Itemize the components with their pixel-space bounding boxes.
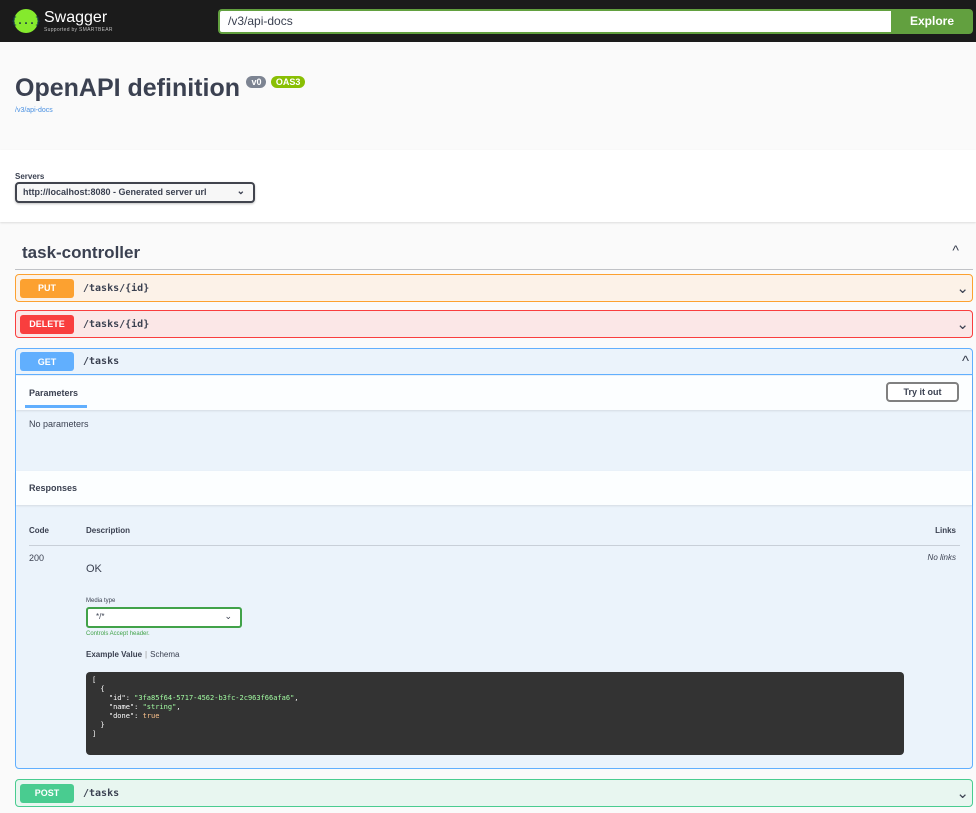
operation-path: /tasks [83, 787, 120, 799]
chevron-down-icon[interactable]: ⌄ [956, 784, 969, 802]
operation-put-tasks-id: PUT /tasks/{id} ⌄ [15, 274, 973, 302]
oas-badge: OAS3 [270, 76, 306, 88]
tab-example-value[interactable]: Example Value [86, 650, 142, 659]
response-code: 200 [29, 553, 45, 563]
tab-schema[interactable]: Schema [150, 650, 179, 659]
operation-post-tasks: POST /tasks ⌄ [15, 779, 973, 807]
operation-path: /tasks [83, 356, 120, 367]
responses-header: Responses [16, 471, 972, 505]
chevron-up-icon[interactable]: ^ [952, 242, 959, 258]
operation-path: /tasks/{id} [83, 282, 150, 294]
servers-section: Servers http://localhost:8080 - Generate… [0, 150, 976, 222]
chevron-down-icon[interactable]: ⌄ [956, 315, 969, 333]
operation-delete-tasks-id: DELETE /tasks/{id} ⌄ [15, 310, 973, 338]
operation-summary[interactable]: PUT /tasks/{id} ⌄ [16, 275, 972, 301]
media-type-select[interactable]: */* ⌄ [86, 607, 242, 628]
example-done: true [142, 712, 160, 720]
info-section: OpenAPI definition v0 OAS3 /v3/api-docs [15, 74, 306, 114]
divider [29, 545, 960, 546]
tag-header[interactable]: task-controller ^ [15, 232, 973, 270]
controls-accept-note: Controls Accept header. [86, 631, 150, 637]
spec-url-input[interactable] [218, 8, 891, 34]
tab-separator: | [145, 650, 148, 659]
topbar: {...} Swagger Supported by SMARTBEAR Exp… [0, 0, 976, 42]
servers-label: Servers [15, 172, 45, 181]
operation-summary[interactable]: DELETE /tasks/{id} ⌄ [16, 311, 972, 337]
method-badge: PUT [20, 278, 74, 298]
try-it-out-button[interactable]: Try it out [886, 382, 959, 402]
media-type-value: */* [96, 612, 105, 621]
method-badge: GET [20, 352, 74, 371]
column-code: Code [29, 526, 49, 535]
method-badge: POST [20, 783, 74, 803]
response-links: No links [927, 553, 956, 562]
explore-button[interactable]: Explore [891, 8, 973, 34]
method-badge: DELETE [20, 314, 74, 334]
example-tabs: Example Value | Schema [86, 650, 179, 659]
chevron-down-icon: ⌄ [236, 186, 245, 197]
response-description: OK [86, 563, 102, 575]
no-parameters-text: No parameters [29, 419, 89, 429]
brand[interactable]: {...} Swagger Supported by SMARTBEAR [11, 8, 218, 33]
operation-summary[interactable]: POST /tasks ⌄ [16, 780, 972, 806]
operation-get-tasks: GET /tasks ^ Parameters Try it out No pa… [15, 348, 973, 769]
example-id: "3fa85f64-5717-4562-b3fc-2c963f66afa6" [134, 694, 295, 702]
chevron-up-icon[interactable]: ^ [962, 353, 969, 370]
server-selected-value: http://localhost:8080 - Generated server… [23, 187, 207, 197]
chevron-down-icon[interactable]: ⌄ [956, 279, 969, 297]
brand-name: Swagger [44, 8, 108, 26]
page-title: OpenAPI definition [15, 74, 240, 102]
example-json-block: [ { "id": "3fa85f64-5717-4562-b3fc-2c963… [86, 672, 904, 755]
column-description: Description [86, 526, 131, 535]
responses-title: Responses [29, 483, 78, 493]
swagger-logo-icon: {...} [11, 9, 41, 33]
tab-parameters[interactable]: Parameters [29, 388, 78, 398]
operation-path: /tasks/{id} [83, 318, 150, 330]
brand-text: Swagger Supported by SMARTBEAR [44, 8, 113, 33]
tag-name: task-controller [22, 243, 141, 262]
operation-summary[interactable]: GET /tasks ^ [16, 349, 972, 375]
spec-link[interactable]: /v3/api-docs [15, 107, 305, 114]
example-name: "string" [142, 703, 177, 711]
media-type-label: Media type [86, 598, 116, 604]
chevron-down-icon: ⌄ [224, 611, 232, 621]
brand-sub: Supported by SMARTBEAR [44, 26, 113, 33]
server-select[interactable]: http://localhost:8080 - Generated server… [15, 182, 255, 203]
parameters-header: Parameters Try it out [16, 376, 972, 410]
column-links: Links [935, 526, 956, 535]
tab-underline [25, 405, 87, 408]
version-badge: v0 [246, 76, 267, 88]
